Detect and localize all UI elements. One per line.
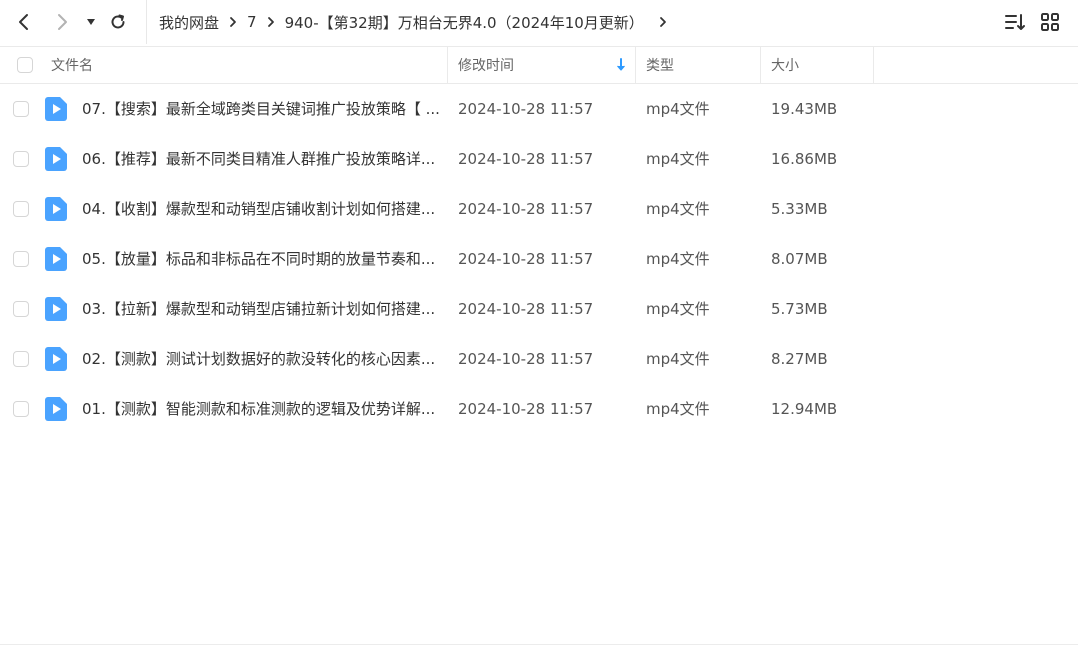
file-name[interactable]: 03.【拉新】爆款型和动销型店铺拉新计划如何搭建... [82, 284, 442, 334]
video-file-icon [45, 197, 67, 221]
column-divider[interactable] [873, 47, 874, 83]
breadcrumb-expand-icon[interactable] [658, 16, 668, 28]
file-modified-time: 2024-10-28 11:57 [458, 300, 594, 318]
file-size: 5.73MB [771, 300, 828, 318]
file-size: 19.43MB [771, 100, 838, 118]
breadcrumb: 我的网盘 7 940-【第32期】万相台无界4.0（2024年10月更新） [146, 0, 677, 44]
video-file-icon [45, 297, 67, 321]
video-file-icon [45, 247, 67, 271]
file-size: 12.94MB [771, 400, 838, 418]
column-header-name-label: 文件名 [51, 58, 93, 74]
row-checkbox[interactable] [13, 201, 29, 217]
row-checkbox[interactable] [13, 401, 29, 417]
video-file-icon [45, 397, 67, 421]
grid-view-icon [1041, 13, 1059, 31]
row-checkbox[interactable] [13, 151, 29, 167]
file-row[interactable]: 07.【搜索】最新全域跨类目关键词推广投放策略【 ... 2024-10-28 … [0, 84, 1078, 134]
file-type: mp4文件 [646, 350, 710, 368]
file-name[interactable]: 06.【推荐】最新不同类目精准人群推广投放策略详... [82, 134, 442, 184]
file-name[interactable]: 04.【收割】爆款型和动销型店铺收割计划如何搭建... [82, 184, 442, 234]
file-size: 5.33MB [771, 200, 828, 218]
file-size: 16.86MB [771, 150, 838, 168]
row-checkbox[interactable] [13, 251, 29, 267]
file-type: mp4文件 [646, 200, 710, 218]
column-header-size-label: 大小 [771, 58, 799, 74]
file-size: 8.07MB [771, 250, 828, 268]
sort-icon [1005, 14, 1025, 30]
file-row[interactable]: 04.【收割】爆款型和动销型店铺收割计划如何搭建... 2024-10-28 1… [0, 184, 1078, 234]
arrow-right-icon [58, 14, 67, 30]
history-dropdown-button[interactable] [80, 9, 102, 35]
video-file-icon [45, 97, 67, 121]
file-name[interactable]: 02.【测款】测试计划数据好的款没转化的核心因素... [82, 334, 442, 384]
file-modified-time: 2024-10-28 11:57 [458, 100, 594, 118]
file-name[interactable]: 07.【搜索】最新全域跨类目关键词推广投放策略【 ... [82, 84, 442, 134]
file-row[interactable]: 06.【推荐】最新不同类目精准人群推广投放策略详... 2024-10-28 1… [0, 134, 1078, 184]
file-modified-time: 2024-10-28 11:57 [458, 400, 594, 418]
row-checkbox[interactable] [13, 351, 29, 367]
file-name[interactable]: 05.【放量】标品和非标品在不同时期的放量节奏和... [82, 234, 442, 284]
file-list-header: 文件名 修改时间 类型 大小 [0, 46, 1078, 84]
file-type: mp4文件 [646, 400, 710, 418]
bottom-divider [0, 644, 1078, 645]
row-checkbox[interactable] [13, 301, 29, 317]
file-modified-time: 2024-10-28 11:57 [458, 350, 594, 368]
column-header-type-label: 类型 [646, 58, 674, 74]
row-checkbox[interactable] [13, 101, 29, 117]
file-modified-time: 2024-10-28 11:57 [458, 250, 594, 268]
dropdown-triangle-icon [87, 19, 95, 25]
file-type: mp4文件 [646, 250, 710, 268]
chevron-right-icon [266, 16, 276, 28]
refresh-button[interactable] [105, 9, 131, 35]
video-file-icon [45, 147, 67, 171]
video-file-icon [45, 347, 67, 371]
breadcrumb-item-root[interactable]: 我的网盘 [159, 12, 219, 33]
sort-desc-arrow-icon [617, 58, 625, 71]
file-row[interactable]: 03.【拉新】爆款型和动销型店铺拉新计划如何搭建... 2024-10-28 1… [0, 284, 1078, 334]
file-row[interactable]: 01.【测款】智能测款和标准测款的逻辑及优势详解... 2024-10-28 1… [0, 384, 1078, 434]
sort-button[interactable] [1003, 10, 1027, 38]
breadcrumb-item-current[interactable]: 940-【第32期】万相台无界4.0（2024年10月更新） [285, 12, 644, 33]
select-all-checkbox-cell[interactable] [9, 47, 33, 83]
file-row[interactable]: 05.【放量】标品和非标品在不同时期的放量节奏和... 2024-10-28 1… [0, 234, 1078, 284]
column-header-type[interactable]: 类型 [636, 47, 674, 83]
forward-button[interactable] [49, 9, 75, 35]
breadcrumb-item-folder[interactable]: 7 [247, 13, 257, 31]
column-header-name[interactable]: 文件名 [41, 47, 93, 83]
toolbar: 我的网盘 7 940-【第32期】万相台无界4.0（2024年10月更新） [0, 0, 1078, 44]
select-all-checkbox[interactable] [17, 57, 33, 73]
grid-view-button[interactable] [1038, 10, 1062, 38]
file-type: mp4文件 [646, 100, 710, 118]
column-header-time[interactable]: 修改时间 [448, 47, 635, 83]
file-type: mp4文件 [646, 150, 710, 168]
file-size: 8.27MB [771, 350, 828, 368]
file-name[interactable]: 01.【测款】智能测款和标准测款的逻辑及优势详解... [82, 384, 442, 434]
column-header-time-label: 修改时间 [458, 58, 514, 74]
file-row[interactable]: 02.【测款】测试计划数据好的款没转化的核心因素... 2024-10-28 1… [0, 334, 1078, 384]
file-type: mp4文件 [646, 300, 710, 318]
refresh-icon [111, 14, 125, 29]
file-modified-time: 2024-10-28 11:57 [458, 200, 594, 218]
back-button[interactable] [11, 9, 37, 35]
file-modified-time: 2024-10-28 11:57 [458, 150, 594, 168]
column-header-size[interactable]: 大小 [761, 47, 799, 83]
arrow-left-icon [19, 14, 28, 30]
chevron-right-icon [228, 16, 238, 28]
